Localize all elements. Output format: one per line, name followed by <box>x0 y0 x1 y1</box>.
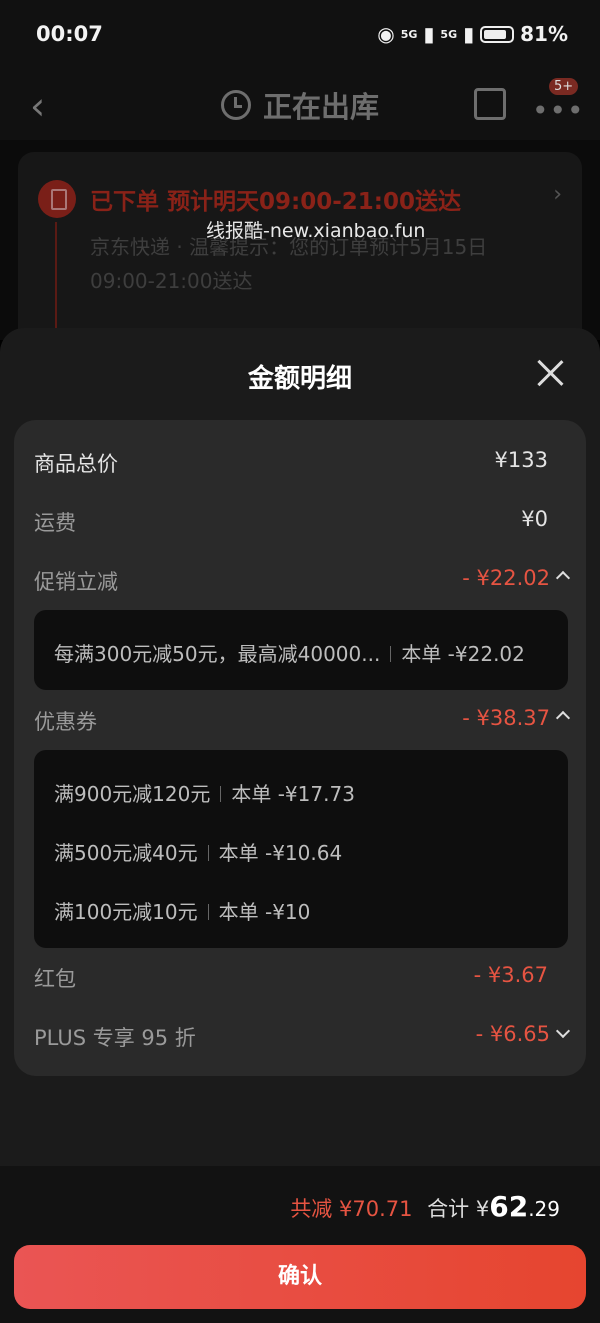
list-item: 满100元减10元 本单 -¥10 <box>54 900 311 924</box>
order-icon <box>38 180 76 218</box>
signal-bars-icon: ▮ <box>463 22 475 46</box>
chevron-right-icon: › <box>553 182 562 207</box>
coupon-details: 满900元减120元 本单 -¥17.73 满500元减40元 本单 -¥10.64… <box>34 750 568 948</box>
confirm-button[interactable]: 确认 <box>14 1245 586 1309</box>
total-decimal: .29 <box>528 1197 560 1221</box>
list-item: 满500元减40元 本单 -¥10.64 <box>54 841 343 865</box>
total-amount: 62 <box>489 1190 529 1223</box>
sheet-title: 金额明细 <box>247 364 352 394</box>
total-saved: 共减 ¥70.71 <box>290 1197 413 1221</box>
watermark: 线报酷-new.xianbao.fun <box>206 220 426 242</box>
total-label: 合计 <box>427 1197 470 1221</box>
divider <box>390 646 392 662</box>
total-currency: ¥ <box>475 1197 490 1221</box>
list-item: 满900元减120元 本单 -¥17.73 <box>54 782 355 806</box>
signal-bars-icon: ▮ <box>423 22 435 46</box>
footer-bar: 共减 ¥70.71 合计 ¥62.29 确认 <box>0 1166 600 1323</box>
row-promo[interactable]: 促销立减 - ¥22.02 <box>34 560 571 600</box>
totals: 共减 ¥70.71 合计 ¥62.29 <box>290 1190 560 1223</box>
divider <box>207 904 209 920</box>
row-shipping: 运费 ¥0 <box>34 507 548 535</box>
hotspot-icon: ◉ <box>377 22 395 46</box>
order-status-card[interactable]: 已下单 预计明天09:00-21:00送达 › 京东快递 · 温馨提示：您的订单… <box>18 152 582 352</box>
row-total: 商品总价 ¥133 <box>34 448 548 476</box>
amount-panel: 商品总价 ¥133 运费 ¥0 促销立减 - ¥22.02 每满300元减50元… <box>14 420 586 1076</box>
divider <box>220 786 222 802</box>
status-time: 00:07 <box>36 22 103 46</box>
order-status: 已下单 预计明天09:00-21:00送达 <box>90 189 461 215</box>
list-item: 每满300元减50元，最高减40000... 本单 -¥22.02 <box>54 642 525 666</box>
signal-2-icon: 5G <box>440 27 458 41</box>
status-bar: 00:07 ◉ 5G ▮ 5G ▮ 81% <box>0 0 600 70</box>
chevron-down-icon <box>555 1023 571 1039</box>
nav-bar: ‹ 正在出库 ••• 5+ <box>0 70 600 140</box>
row-plus[interactable]: PLUS 专享 95 折 - ¥6.65 <box>34 1016 571 1056</box>
row-coupon[interactable]: 优惠券 - ¥38.37 <box>34 700 571 740</box>
more-icon[interactable]: ••• <box>532 94 585 127</box>
row-redpacket: 红包 - ¥3.67 <box>34 963 548 991</box>
page-title: 正在出库 <box>0 84 600 126</box>
notification-badge: 5+ <box>549 78 579 95</box>
share-icon[interactable] <box>474 88 506 120</box>
signal-1-icon: 5G <box>400 27 418 41</box>
chevron-up-icon <box>555 710 571 726</box>
chevron-up-icon <box>555 570 571 586</box>
clock-icon <box>220 90 251 120</box>
close-icon[interactable] <box>534 358 566 390</box>
promo-details: 每满300元减50元，最高减40000... 本单 -¥22.02 <box>34 610 568 690</box>
status-icons: ◉ 5G ▮ 5G ▮ 81% <box>377 22 568 46</box>
battery-icon <box>480 25 515 43</box>
divider <box>207 845 209 861</box>
battery-level: 81% <box>520 22 568 46</box>
